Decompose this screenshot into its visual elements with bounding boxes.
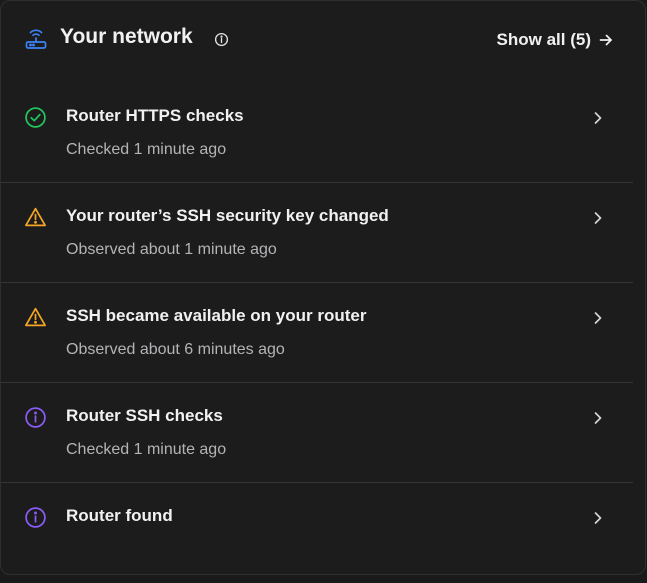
router-icon	[25, 29, 47, 49]
page-title: Your network	[60, 25, 193, 48]
list-item-subtitle: Checked 1 minute ago	[66, 141, 227, 158]
list-item-title: Your router’s SSH security key changed	[66, 206, 389, 225]
list-item-ssh-key-changed[interactable]: Your router’s SSH security key changed O…	[1, 183, 633, 283]
list-item-subtitle: Checked 1 minute ago	[66, 441, 227, 458]
list-item-ssh-available[interactable]: SSH became available on your router Obse…	[1, 283, 633, 383]
network-panel: Your network Show all (5) Router HTTPS c…	[0, 0, 646, 575]
list-item-title: SSH became available on your router	[66, 306, 367, 325]
chevron-right-icon	[594, 412, 602, 424]
warning-triangle-icon	[25, 307, 46, 327]
warning-triangle-icon	[25, 207, 46, 227]
chevron-right-icon	[594, 212, 602, 224]
list-item-title: Router SSH checks	[66, 406, 223, 425]
info-circle-icon	[25, 407, 46, 428]
list-item-router-ssh-checks[interactable]: Router SSH checks Checked 1 minute ago	[1, 383, 633, 483]
network-event-list: Router HTTPS checks Checked 1 minute ago…	[1, 83, 633, 583]
chevron-right-icon	[594, 512, 602, 524]
list-item-router-https-checks[interactable]: Router HTTPS checks Checked 1 minute ago	[1, 83, 633, 183]
chevron-right-icon	[594, 312, 602, 324]
list-item-title: Router found	[66, 506, 173, 525]
list-item-router-found[interactable]: Router found	[1, 483, 633, 583]
check-circle-icon	[25, 107, 46, 128]
panel-header: Your network Show all (5)	[1, 1, 647, 81]
show-all-label: Show all (5)	[496, 30, 591, 49]
list-item-title: Router HTTPS checks	[66, 106, 244, 125]
chevron-right-icon	[594, 112, 602, 124]
list-item-subtitle: Observed about 1 minute ago	[66, 241, 277, 258]
info-circle-icon	[25, 507, 46, 528]
list-item-subtitle: Observed about 6 minutes ago	[66, 341, 285, 358]
info-icon[interactable]	[214, 32, 229, 47]
show-all-link[interactable]: Show all (5)	[497, 30, 613, 50]
arrow-right-icon	[599, 34, 612, 46]
